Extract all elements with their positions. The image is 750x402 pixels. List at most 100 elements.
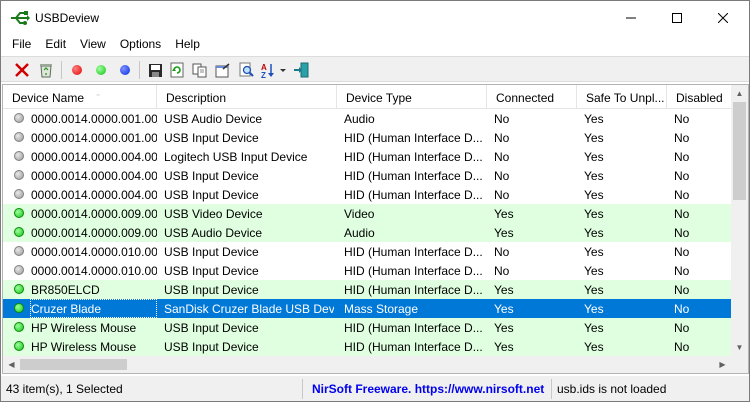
cell-connected: No xyxy=(494,169,510,183)
red-x-icon xyxy=(15,63,29,77)
connect-button[interactable] xyxy=(91,60,111,80)
scroll-down-arrow-icon[interactable]: ▼ xyxy=(731,339,748,356)
cell-description: USB Input Device xyxy=(164,340,259,354)
floppy-disk-icon xyxy=(148,63,162,77)
column-header-device-type[interactable]: Device Type xyxy=(337,85,487,109)
column-header-safe-to-unplug[interactable]: Safe To Unpl... xyxy=(577,85,667,109)
uninstall-button[interactable] xyxy=(12,60,32,80)
cell-disabled: No xyxy=(674,283,690,297)
menu-help[interactable]: Help xyxy=(168,34,207,55)
cell-description: USB Video Device xyxy=(164,207,263,221)
table-row[interactable]: 0000.0014.0000.009.00... USB Video Device… xyxy=(3,204,731,223)
table-row[interactable]: 0000.0014.0000.001.00... USB Input Device… xyxy=(3,128,731,147)
enable-button[interactable] xyxy=(115,60,135,80)
find-button[interactable] xyxy=(236,60,256,80)
connected-status-icon xyxy=(14,341,24,351)
cell-safe: Yes xyxy=(584,207,604,221)
column-header-device-name[interactable]: Device Name ⁻ xyxy=(3,85,157,109)
table-row[interactable]: 0000.0014.0000.004.00... Logitech USB Inp… xyxy=(3,147,731,166)
cell-connected: No xyxy=(494,131,510,145)
blue-dot-icon xyxy=(120,65,130,75)
cell-connected: Yes xyxy=(494,340,514,354)
cell-description: USB Input Device xyxy=(164,169,259,183)
properties-button[interactable] xyxy=(213,60,233,80)
table-row[interactable]: 0000.0014.0000.004.00... USB Input Device… xyxy=(3,185,731,204)
cell-name: HP Wireless Mouse xyxy=(31,340,137,354)
cell-name: 0000.0014.0000.010.00... xyxy=(31,245,157,259)
cell-name: 0000.0014.0000.009.00... xyxy=(31,207,157,221)
cell-connected: Yes xyxy=(494,226,514,240)
disconnect-button[interactable] xyxy=(67,60,87,80)
cell-description: Logitech USB Input Device xyxy=(164,150,308,164)
recycle-bin-icon xyxy=(40,64,52,78)
cell-type: HID (Human Interface D... xyxy=(344,150,483,164)
find-icon xyxy=(239,62,254,77)
cell-safe: Yes xyxy=(584,112,604,126)
cell-connected: Yes xyxy=(494,283,514,297)
cell-disabled: No xyxy=(674,321,690,335)
menu-edit[interactable]: Edit xyxy=(38,34,73,55)
vertical-scrollbar[interactable]: ▲ ▼ xyxy=(731,85,748,356)
sort-button[interactable]: AZ xyxy=(259,60,289,80)
cell-type: Audio xyxy=(344,112,375,126)
cell-safe: Yes xyxy=(584,302,604,316)
table-row[interactable]: Cruzer Blade SanDisk Cruzer Blade USB Dev… xyxy=(3,299,731,318)
cell-connected: Yes xyxy=(494,321,514,335)
cell-safe: Yes xyxy=(584,245,604,259)
cell-disabled: No xyxy=(674,112,690,126)
close-icon xyxy=(718,12,728,23)
copy-button[interactable] xyxy=(190,60,210,80)
cell-connected: No xyxy=(494,150,510,164)
table-row[interactable]: 0000.0014.0000.009.00... USB Audio Device… xyxy=(3,223,731,242)
exit-button[interactable] xyxy=(291,60,311,80)
cell-connected: Yes xyxy=(494,207,514,221)
table-row[interactable]: HP Wireless Mouse USB Input Device HID (Hu… xyxy=(3,318,731,337)
properties-icon xyxy=(215,62,230,77)
column-header-description[interactable]: Description xyxy=(157,85,337,109)
cell-safe: Yes xyxy=(584,340,604,354)
nirsoft-link[interactable]: NirSoft Freeware. https://www.nirsoft.ne… xyxy=(303,379,552,399)
device-list[interactable]: Device Name ⁻ Description Device Type Co… xyxy=(2,84,749,374)
menu-options[interactable]: Options xyxy=(113,34,168,55)
table-row[interactable]: 0000.0014.0000.010.00... USB Input Device… xyxy=(3,261,731,280)
minimize-button[interactable] xyxy=(608,1,654,34)
refresh-button[interactable] xyxy=(167,60,187,80)
menu-view[interactable]: View xyxy=(73,34,113,55)
usb-app-icon xyxy=(11,11,30,25)
cell-type: Audio xyxy=(344,226,375,240)
cell-description: USB Input Device xyxy=(164,131,259,145)
vertical-scroll-thumb[interactable] xyxy=(733,102,746,200)
connected-status-icon xyxy=(14,322,24,332)
cell-safe: Yes xyxy=(584,226,604,240)
cell-description: USB Audio Device xyxy=(164,226,263,240)
scroll-right-arrow-icon[interactable]: ▶ xyxy=(714,356,731,373)
cell-description: USB Audio Device xyxy=(164,112,263,126)
table-row[interactable]: 0000.0014.0000.001.00... USB Audio Device… xyxy=(3,109,731,128)
cell-connected: No xyxy=(494,188,510,202)
save-button[interactable] xyxy=(145,60,165,80)
table-row[interactable]: 0000.0014.0000.010.00... USB Input Device… xyxy=(3,242,731,261)
menu-file[interactable]: File xyxy=(5,34,38,55)
cell-type: HID (Human Interface D... xyxy=(344,188,483,202)
scrollbar-corner xyxy=(731,356,748,373)
table-row[interactable]: 0000.0014.0000.004.00... USB Input Device… xyxy=(3,166,731,185)
scroll-up-arrow-icon[interactable]: ▲ xyxy=(731,85,748,102)
horizontal-scroll-thumb[interactable] xyxy=(20,359,127,370)
horizontal-scrollbar[interactable]: ◀ ▶ xyxy=(3,356,731,373)
connected-status-icon xyxy=(14,303,24,313)
cell-description: USB Input Device xyxy=(164,321,259,335)
cell-connected: No xyxy=(494,112,510,126)
table-row[interactable]: BR850ELCD USB Input Device HID (Human Inte… xyxy=(3,280,731,299)
cell-safe: Yes xyxy=(584,131,604,145)
table-row[interactable]: HP Wireless Mouse USB Input Device HID (Hu… xyxy=(3,337,731,356)
scroll-left-arrow-icon[interactable]: ◀ xyxy=(3,356,20,373)
close-button[interactable] xyxy=(700,1,746,34)
maximize-button[interactable] xyxy=(654,1,700,34)
toolbar-separator xyxy=(139,61,140,79)
recycle-button[interactable] xyxy=(36,60,56,80)
toolbar-separator xyxy=(61,61,62,79)
cell-name: 0000.0014.0000.009.00... xyxy=(31,226,157,240)
column-header-disabled[interactable]: Disabled xyxy=(667,85,731,109)
maximize-icon xyxy=(672,12,682,23)
column-header-connected[interactable]: Connected xyxy=(487,85,577,109)
